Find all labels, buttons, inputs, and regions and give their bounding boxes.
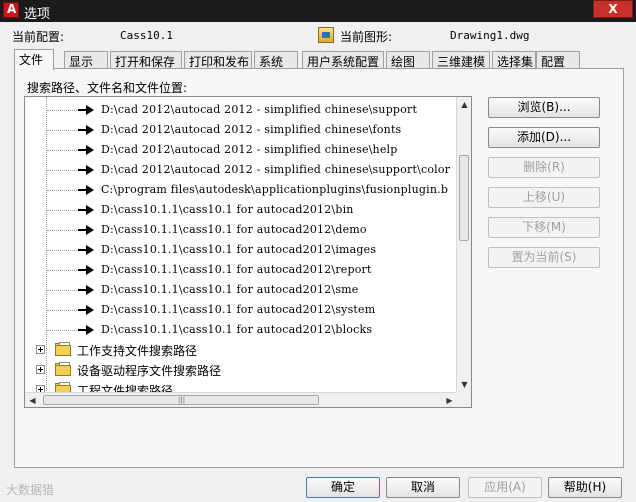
tree-branch-line (47, 270, 77, 271)
path-arrow-icon (78, 185, 94, 195)
folder-icon (55, 342, 73, 357)
current-drawing-label: 当前图形: (340, 30, 393, 44)
tree-branch-line (47, 110, 77, 111)
horizontal-scroll-thumb[interactable]: ||| (43, 395, 319, 405)
ok-button[interactable]: 确定 (306, 477, 380, 498)
folder-node[interactable]: 设备驱动程序文件搜索路径 (25, 360, 457, 380)
path-arrow-icon (78, 145, 94, 155)
scrollbar-corner (456, 392, 471, 407)
path-arrow-icon (78, 205, 94, 215)
tree-branch-line (47, 170, 77, 171)
path-row[interactable]: D:\cass10.1.1\cass10.1 for autocad2012\d… (25, 220, 457, 240)
profile-row: 当前配置: Cass10.1 当前图形: Drawing1.dwg (8, 27, 628, 46)
scroll-up-arrow-icon[interactable]: ▲ (457, 97, 471, 113)
path-arrow-icon (78, 125, 94, 135)
path-text: D:\cass10.1.1\cass10.1 for autocad2012\s… (101, 303, 376, 316)
path-row[interactable]: D:\cad 2012\autocad 2012 - simplified ch… (25, 140, 457, 160)
path-row[interactable]: D:\cass10.1.1\cass10.1 for autocad2012\b… (25, 320, 457, 340)
path-text: D:\cad 2012\autocad 2012 - simplified ch… (101, 123, 402, 136)
window-title: 选项 (24, 7, 51, 22)
path-text: D:\cad 2012\autocad 2012 - simplified ch… (101, 143, 398, 156)
folder-icon (55, 362, 73, 377)
tab-profiles[interactable]: 配置 (536, 51, 580, 69)
tab-system[interactable]: 系统 (254, 51, 298, 69)
path-text: D:\cad 2012\autocad 2012 - simplified ch… (101, 103, 418, 116)
move-up-button[interactable]: 上移(U) (488, 187, 600, 208)
tree-branch-line (47, 150, 77, 151)
tree-content: D:\cad 2012\autocad 2012 - simplified ch… (25, 97, 457, 393)
current-drawing-value: Drawing1.dwg (450, 29, 530, 42)
tab-3d-modeling[interactable]: 三维建模 (432, 51, 490, 69)
browse-button[interactable]: 浏览(B)... (488, 97, 600, 118)
help-button[interactable]: 帮助(H) (548, 477, 622, 498)
folder-node[interactable]: 工作支持文件搜索路径 (25, 340, 457, 360)
tab-files[interactable]: 文件 (14, 49, 54, 70)
search-paths-label: 搜索路径、文件名和文件位置: (27, 81, 188, 95)
tree-branch-line (47, 190, 77, 191)
scroll-down-arrow-icon[interactable]: ▼ (457, 377, 471, 393)
scroll-right-arrow-icon[interactable]: ▶ (442, 393, 457, 407)
path-text: D:\cass10.1.1\cass10.1 for autocad2012\d… (101, 223, 367, 236)
tree-branch-line (47, 230, 77, 231)
path-row[interactable]: D:\cad 2012\autocad 2012 - simplified ch… (25, 120, 457, 140)
path-arrow-icon (78, 265, 94, 275)
path-arrow-icon (78, 285, 94, 295)
path-text: D:\cad 2012\autocad 2012 - simplified ch… (101, 163, 451, 176)
path-row[interactable]: D:\cass10.1.1\cass10.1 for autocad2012\s… (25, 300, 457, 320)
move-down-button[interactable]: 下移(M) (488, 217, 600, 238)
tab-open-save[interactable]: 打开和保存 (110, 51, 182, 69)
tab-drafting[interactable]: 绘图 (386, 51, 430, 69)
path-row[interactable]: D:\cass10.1.1\cass10.1 for autocad2012\b… (25, 200, 457, 220)
path-row[interactable]: D:\cass10.1.1\cass10.1 for autocad2012\i… (25, 240, 457, 260)
vertical-scrollbar[interactable]: ▲ ▼ (456, 97, 471, 393)
tree-branch-line (47, 250, 77, 251)
folder-label: 工作支持文件搜索路径 (77, 344, 198, 358)
path-text: D:\cass10.1.1\cass10.1 for autocad2012\s… (101, 283, 359, 296)
path-arrow-icon (78, 165, 94, 175)
watermark-text: 大数据猎 (6, 483, 55, 497)
tree-branch-line (47, 290, 77, 291)
path-arrow-icon (78, 305, 94, 315)
path-arrow-icon (78, 245, 94, 255)
apply-button[interactable]: 应用(A) (468, 477, 542, 498)
title-bar: 选项 X (0, 0, 636, 22)
current-profile-value: Cass10.1 (120, 29, 173, 42)
remove-button[interactable]: 删除(R) (488, 157, 600, 178)
path-text: C:\program files\autodesk\applicationplu… (101, 183, 449, 196)
path-arrow-icon (78, 225, 94, 235)
close-button[interactable]: X (593, 0, 633, 18)
path-text: D:\cass10.1.1\cass10.1 for autocad2012\i… (101, 243, 377, 256)
tree-branch-line (47, 210, 77, 211)
autocad-logo-icon (3, 2, 19, 18)
tree-branch-line (47, 330, 77, 331)
set-current-button[interactable]: 置为当前(S) (488, 247, 600, 268)
path-arrow-icon (78, 325, 94, 335)
path-row[interactable]: D:\cad 2012\autocad 2012 - simplified ch… (25, 100, 457, 120)
expand-plus-icon[interactable] (36, 345, 45, 354)
path-row[interactable]: D:\cass10.1.1\cass10.1 for autocad2012\s… (25, 280, 457, 300)
tab-display[interactable]: 显示 (64, 51, 108, 69)
tree-branch-line (47, 310, 77, 311)
scroll-left-arrow-icon[interactable]: ◀ (25, 393, 40, 407)
tab-plot-publish[interactable]: 打印和发布 (184, 51, 252, 69)
add-button[interactable]: 添加(D)... (488, 127, 600, 148)
current-profile-label: 当前配置: (12, 30, 65, 44)
cancel-button[interactable]: 取消 (386, 477, 460, 498)
path-row[interactable]: D:\cass10.1.1\cass10.1 for autocad2012\r… (25, 260, 457, 280)
vertical-scroll-thumb[interactable] (459, 155, 469, 241)
tab-user-preferences[interactable]: 用户系统配置 (302, 51, 384, 69)
file-search-tree[interactable]: D:\cad 2012\autocad 2012 - simplified ch… (24, 96, 472, 408)
folder-label: 设备驱动程序文件搜索路径 (77, 364, 222, 378)
path-text: D:\cass10.1.1\cass10.1 for autocad2012\b… (101, 323, 373, 336)
tab-selection[interactable]: 选择集 (492, 51, 536, 69)
path-arrow-icon (78, 105, 94, 115)
horizontal-scrollbar[interactable]: ◀ ||| ▶ (25, 392, 457, 407)
tree-branch-line (47, 130, 77, 131)
path-row[interactable]: C:\program files\autodesk\applicationplu… (25, 180, 457, 200)
path-text: D:\cass10.1.1\cass10.1 for autocad2012\r… (101, 263, 372, 276)
expand-plus-icon[interactable] (36, 365, 45, 374)
path-row[interactable]: D:\cad 2012\autocad 2012 - simplified ch… (25, 160, 457, 180)
path-text: D:\cass10.1.1\cass10.1 for autocad2012\b… (101, 203, 354, 216)
drawing-file-icon (318, 27, 334, 43)
